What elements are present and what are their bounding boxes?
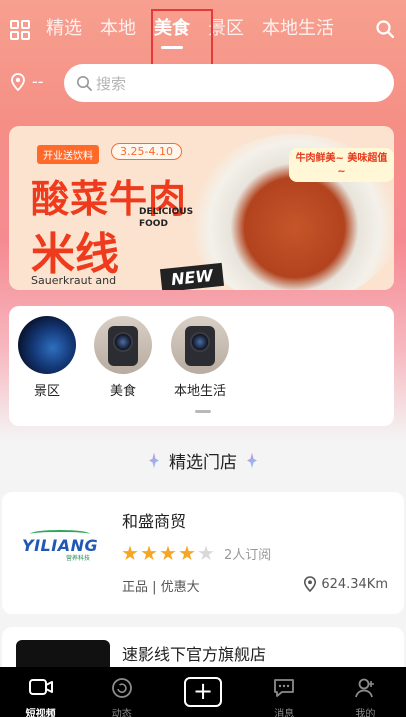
tab-bendishenghuo[interactable]: 本地生活 [262,16,334,42]
banner-date: 3.25-4.10 [111,143,182,160]
store-name: 和盛商贸 [122,512,187,531]
location-pin-icon [304,576,317,592]
banner-title-line2: 米线 [31,229,119,280]
nav-create[interactable]: + [162,667,243,717]
search-placeholder: 搜索 [96,74,127,93]
star-icon [179,545,195,561]
category-meishi[interactable]: 美食 [93,316,153,399]
star-icon [122,545,138,561]
location-text: -- [32,72,44,91]
location-selector[interactable]: -- [10,72,44,91]
category-label: 美食 [109,384,136,399]
projector-image [171,316,229,374]
tab-jingqu[interactable]: 景区 [208,16,244,42]
banner-english-sub: Sauerkraut and [31,274,117,287]
store-logo-text: YILIANG [22,536,99,555]
message-icon [274,679,295,697]
star-icon [160,545,176,561]
star-icon [198,545,214,561]
search-input[interactable]: 搜索 [64,64,394,102]
search-small-icon [77,76,92,91]
projector-image [94,316,152,374]
nav-messages[interactable]: 消息 [244,667,325,717]
refresh-circle-icon [111,678,132,698]
nav-short-video[interactable]: 短视频 [0,667,81,717]
location-pin-icon [11,72,25,91]
store-card[interactable]: YILIANG 营养科技 和盛商贸 2人订阅 正品 | 优惠大 624.34Km [2,492,404,614]
nav-mine[interactable]: 我的 [325,667,406,717]
category-bendishenghuo[interactable]: 本地生活 [170,316,230,399]
banner-tag: 开业送饮料 [37,145,99,164]
sparkle-icon [149,452,159,469]
tab-bendi[interactable]: 本地 [100,16,136,42]
store-logo: YILIANG 营养科技 [22,530,106,562]
nav-label: 短视频 [25,709,56,717]
bottom-nav: 短视频 动态 + 消息 我的 [0,667,406,717]
banner-new-badge: NEW [159,262,225,290]
section-title-text: 精选门店 [169,453,237,473]
store-name: 速影线下官方旗舰店 [122,645,267,664]
pager-indicator [195,410,211,413]
store-tags: 正品 | 优惠大 [122,580,200,595]
category-label: 景区 [33,384,60,399]
category-card: 景区 美食 本地生活 [9,306,394,426]
category-jingqu[interactable]: 景区 [17,316,77,399]
banner-bubble: 牛肉鲜美~ 美味超值~ [289,148,394,182]
grid-menu-icon[interactable] [10,20,30,40]
nav-dynamic[interactable]: 动态 [81,667,162,717]
search-icon[interactable] [376,20,394,38]
store-distance: 624.34Km [303,576,388,592]
user-icon [355,678,375,698]
earth-image [18,316,76,374]
plus-icon: + [184,677,222,707]
promo-banner[interactable]: 开业送饮料 3.25-4.10 酸菜牛肉 米线 DELICIOUS FOOD S… [9,126,394,290]
banner-english-title: DELICIOUS FOOD [139,207,194,229]
tab-jingxuan[interactable]: 精选 [46,16,82,42]
store-rating: 2人订阅 [122,544,271,563]
category-label: 本地生活 [173,384,226,399]
subscriber-count: 2人订阅 [224,548,272,563]
nav-label: 动态 [111,709,132,717]
distance-text: 624.34Km [321,576,388,592]
nav-label: 我的 [355,709,376,717]
sparkle-icon [247,452,257,469]
star-icon [141,545,157,561]
video-icon [28,679,53,695]
section-title: 精选门店 [0,448,406,473]
nav-label: 消息 [274,709,295,717]
